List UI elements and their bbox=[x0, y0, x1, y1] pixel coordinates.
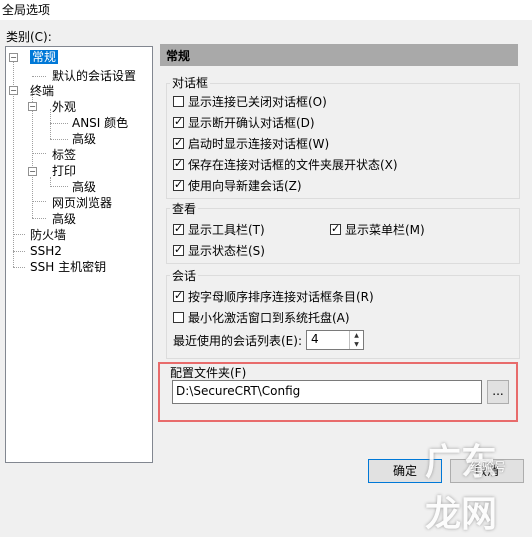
tree-item-advanced[interactable]: 高级 bbox=[72, 131, 96, 147]
panel-title: 常规 bbox=[166, 49, 191, 63]
panel-header: 常规 bbox=[160, 44, 518, 66]
checkbox-show-toolbar[interactable]: 显示工具栏(T) bbox=[173, 221, 265, 238]
tree-item-ssh2[interactable]: SSH2 bbox=[30, 243, 62, 259]
spinner-down-icon[interactable]: ▼ bbox=[350, 340, 363, 349]
checkbox-box[interactable] bbox=[173, 96, 184, 107]
title-bar: 全局选项 bbox=[0, 0, 532, 20]
tree-item-firewall[interactable]: 防火墙 bbox=[30, 227, 66, 243]
checkbox-box[interactable] bbox=[173, 289, 184, 302]
recent-sessions-value[interactable]: 4 bbox=[311, 332, 319, 346]
checkbox-sort-alphabetically[interactable]: 按字母顺序排序连接对话框条目(R) bbox=[173, 288, 374, 305]
tree-item-appearance[interactable]: 外观 bbox=[52, 99, 76, 115]
checkbox-box[interactable] bbox=[173, 243, 184, 256]
tree-item-ssh-host-keys[interactable]: SSH 主机密钥 bbox=[30, 259, 106, 275]
config-folder-title: 配置文件夹(F) bbox=[170, 366, 247, 380]
recent-sessions-label: 最近使用的会话列表(E): bbox=[173, 334, 302, 348]
collapse-icon[interactable]: − bbox=[9, 53, 18, 62]
checkbox-box[interactable] bbox=[173, 157, 184, 170]
watermark-text: 经验号 bbox=[470, 460, 507, 474]
session-group-title: 会话 bbox=[170, 267, 199, 284]
view-group-title: 查看 bbox=[170, 200, 199, 217]
tree-item-default-session[interactable]: 默认的会话设置 bbox=[52, 68, 136, 84]
window-title: 全局选项 bbox=[2, 3, 51, 17]
tree-item-tabs[interactable]: 标签 bbox=[52, 147, 76, 163]
checkbox-box[interactable] bbox=[173, 222, 184, 235]
browse-button[interactable]: ... bbox=[487, 380, 509, 404]
config-folder-path: D:\SecureCRT\Config bbox=[176, 384, 301, 398]
checkbox-save-folder-state[interactable]: 保存在连接对话框的文件夹展开状态(X) bbox=[173, 156, 398, 173]
checkbox-startup-connect-dialog[interactable]: 启动时显示连接对话框(W) bbox=[173, 135, 329, 152]
tree-item-ansi-colors[interactable]: ANSI 颜色 bbox=[72, 115, 128, 131]
checkbox-show-closed-dialog[interactable]: 显示连接已关闭对话框(O) bbox=[173, 93, 327, 110]
tree-item-terminal-advanced[interactable]: 高级 bbox=[52, 211, 76, 227]
tree-item-print-advanced[interactable]: 高级 bbox=[72, 179, 96, 195]
config-folder-input[interactable]: D:\SecureCRT\Config bbox=[172, 380, 482, 404]
category-tree[interactable]: − 常规 默认的会话设置 − 终端 − 外观 ANSI 颜色 高级 标签 − 打… bbox=[5, 46, 153, 463]
watermark-logo: 广东龙网 bbox=[425, 442, 498, 535]
tree-item-print[interactable]: 打印 bbox=[52, 163, 76, 179]
checkbox-box[interactable] bbox=[173, 178, 184, 191]
checkbox-box[interactable] bbox=[173, 136, 184, 149]
collapse-icon[interactable]: − bbox=[9, 86, 18, 95]
tree-item-general[interactable]: 常规 bbox=[30, 50, 59, 64]
spinner-up-icon[interactable]: ▲ bbox=[350, 331, 363, 340]
tree-item-web-browser[interactable]: 网页浏览器 bbox=[52, 195, 112, 211]
checkbox-use-wizard[interactable]: 使用向导新建会话(Z) bbox=[173, 177, 302, 194]
checkbox-box[interactable] bbox=[173, 115, 184, 128]
checkbox-box[interactable] bbox=[173, 312, 184, 323]
checkbox-show-menubar[interactable]: 显示菜单栏(M) bbox=[330, 221, 425, 238]
collapse-icon[interactable]: − bbox=[28, 102, 37, 111]
checkbox-box[interactable] bbox=[330, 222, 341, 235]
dialogs-group-title: 对话框 bbox=[170, 74, 211, 91]
category-label: 类别(C): bbox=[6, 30, 52, 44]
checkbox-minimize-to-tray[interactable]: 最小化激活窗口到系统托盘(A) bbox=[173, 309, 350, 326]
checkbox-show-statusbar[interactable]: 显示状态栏(S) bbox=[173, 242, 265, 259]
tree-item-terminal[interactable]: 终端 bbox=[30, 83, 54, 99]
collapse-icon[interactable]: − bbox=[28, 167, 37, 176]
checkbox-disconnect-confirm[interactable]: 显示断开确认对话框(D) bbox=[173, 114, 315, 131]
recent-sessions-spinner[interactable]: 4 ▲ ▼ bbox=[306, 330, 364, 350]
